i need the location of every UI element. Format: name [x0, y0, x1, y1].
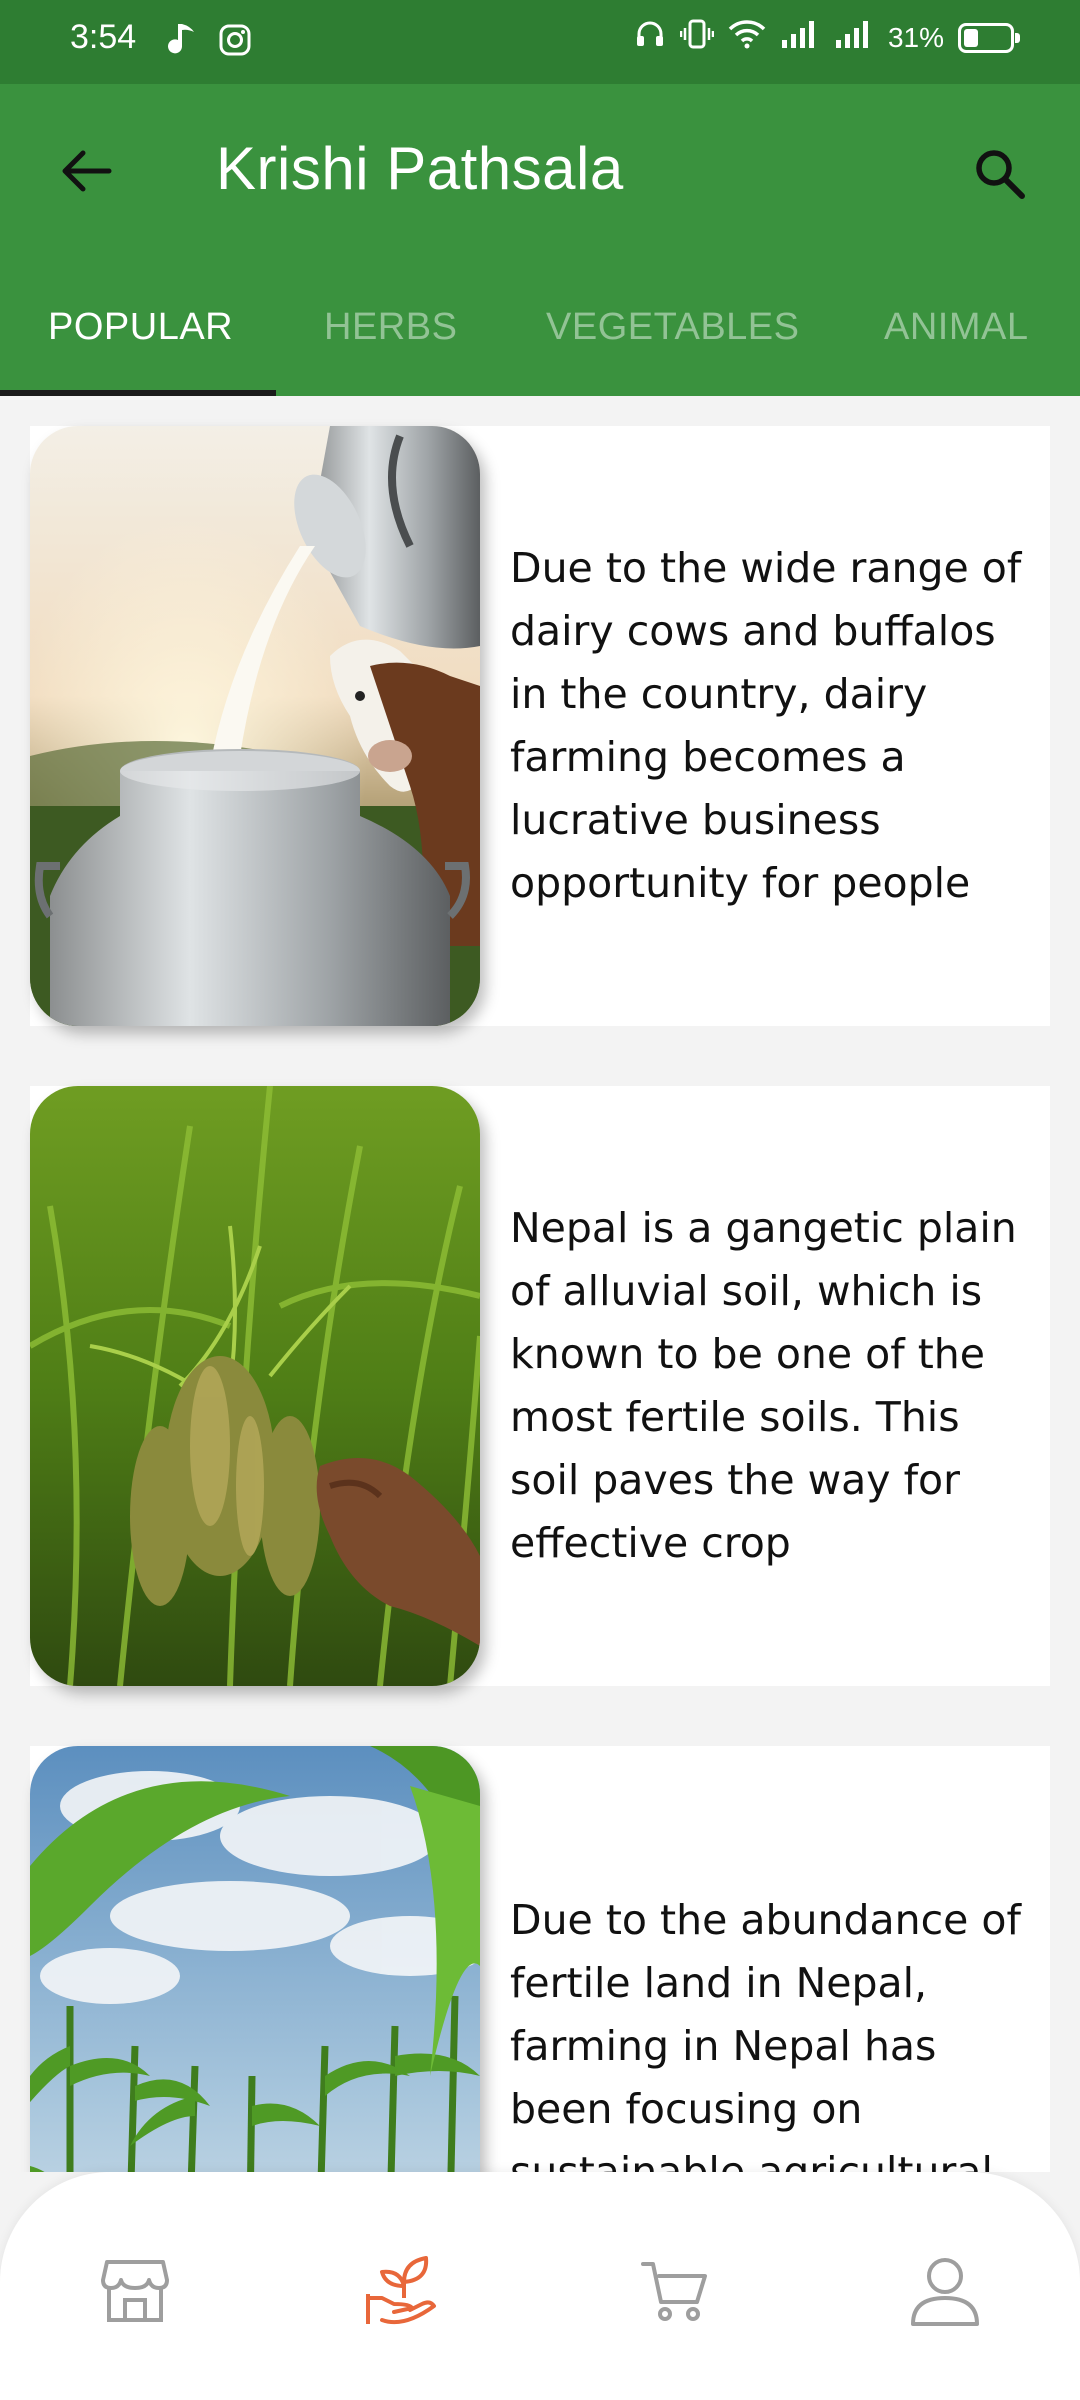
article-text: Due to the wide range of dairy cows and …: [510, 544, 1022, 907]
nav-store[interactable]: [95, 2250, 175, 2330]
status-bar: 3:54 31%: [0, 0, 1080, 84]
app-bar: Krishi Pathsala POPULAR HERBS VEGETABLES…: [0, 84, 1080, 396]
profile-icon: [911, 2258, 979, 2326]
plant-hand-icon: [366, 2256, 436, 2325]
status-time: 3:54: [70, 18, 137, 56]
nav-learn[interactable]: [362, 2250, 442, 2330]
music-note-icon: [168, 22, 198, 63]
battery-icon: [958, 22, 1020, 53]
article-text: Nepal is a gangetic plain of alluvial so…: [510, 1204, 1017, 1567]
tab-popular[interactable]: POPULAR: [48, 306, 233, 349]
store-icon: [101, 2260, 169, 2322]
page-title: Krishi Pathsala: [216, 135, 624, 202]
headset-icon: [634, 18, 666, 57]
status-right-icons: 31%: [634, 18, 1020, 57]
corn-field-sky-image: [30, 1746, 480, 2172]
battery-level: [964, 28, 978, 47]
article-list[interactable]: Due to the wide range of dairy cows and …: [0, 396, 1080, 2172]
signal-icon-2: [834, 18, 874, 57]
article-card[interactable]: Due to the wide range of dairy cows and …: [30, 426, 1050, 1026]
tab-animal[interactable]: ANIMAL: [884, 306, 1028, 349]
search-button[interactable]: [960, 134, 1040, 214]
bottom-navigation: [0, 2172, 1080, 2400]
rice-paddy-hand-image: [30, 1086, 480, 1686]
signal-icon: [780, 18, 820, 57]
vibrate-icon: [679, 18, 715, 57]
article-card[interactable]: Due to the abundance of fertile land in …: [30, 1746, 1050, 2172]
search-icon: [976, 150, 1025, 199]
nav-cart[interactable]: [635, 2250, 715, 2330]
wifi-icon: [728, 18, 766, 57]
battery-percent: 31%: [887, 21, 944, 53]
back-button[interactable]: [52, 136, 122, 206]
cart-icon: [641, 2262, 707, 2321]
tab-bar: POPULAR HERBS VEGETABLES ANIMAL: [0, 280, 1080, 396]
article-text: Due to the abundance of fertile land in …: [510, 1895, 1021, 2173]
tab-herbs[interactable]: HERBS: [324, 306, 457, 349]
article-card[interactable]: Nepal is a gangetic plain of alluvial so…: [30, 1086, 1050, 1686]
tab-vegetables[interactable]: VEGETABLES: [546, 306, 800, 349]
back-arrow-icon: [62, 150, 112, 192]
instagram-icon: [218, 23, 252, 62]
status-left-icons: [168, 22, 252, 63]
milk-can-dairy-cow-image: [30, 426, 480, 1026]
nav-profile[interactable]: [905, 2250, 985, 2330]
